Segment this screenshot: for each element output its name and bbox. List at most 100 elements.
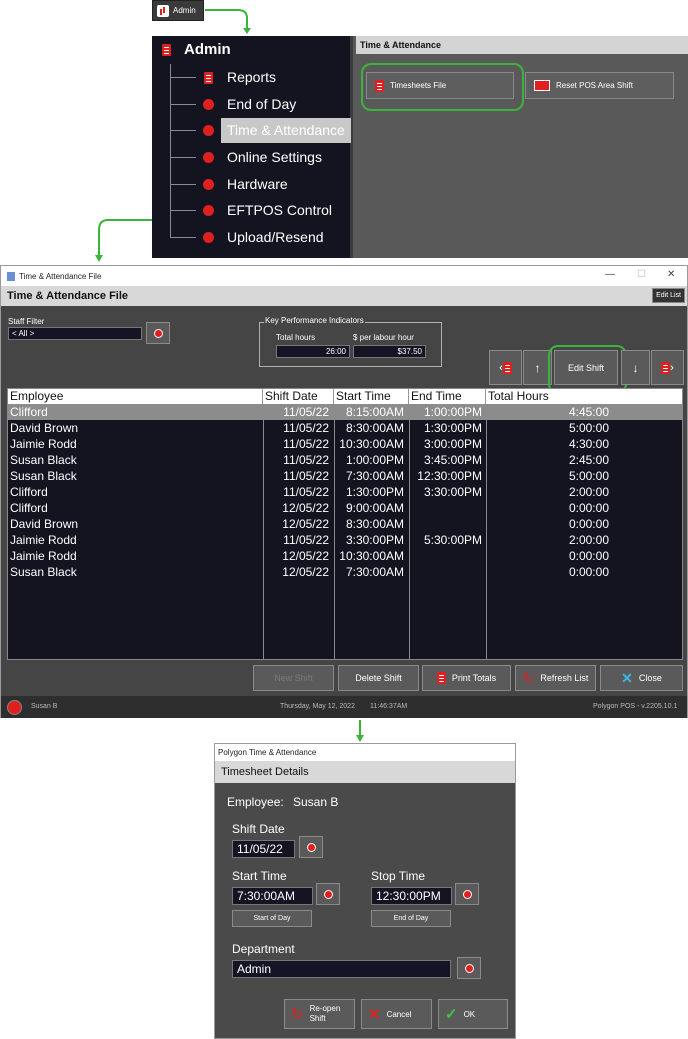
column-header-employee[interactable]: Employee — [8, 389, 263, 404]
move-down-button[interactable]: ↓ — [621, 350, 650, 385]
print-totals-button[interactable]: Print Totals — [422, 665, 511, 691]
table-row[interactable]: David Brown 12/05/22 8:30:00AM 0:00:00 — [8, 516, 682, 532]
close-icon[interactable]: ✕ — [667, 269, 675, 280]
table-row[interactable]: Susan Black 11/05/22 1:00:00PM 3:45:00PM 2:4… — [8, 452, 682, 468]
admin-chip[interactable]: Admin — [152, 0, 204, 21]
menu-item-end-of-day[interactable]: End of Day — [170, 92, 351, 117]
close-button[interactable]: ✕ Close — [600, 665, 683, 691]
table-cell-end: 3:00:00PM — [423, 437, 482, 451]
total-hours-label: Total hours — [276, 333, 316, 342]
document-icon — [502, 361, 512, 374]
table-cell-start: 10:30:00AM — [339, 549, 404, 563]
table-row[interactable]: Clifford 11/05/22 8:15:00AM 1:00:00PM 4:45:0… — [8, 404, 682, 420]
per-labour-hour-label: $ per labour hour — [353, 333, 414, 342]
table-cell-date: 12/05/22 — [282, 501, 329, 515]
menu-item-hardware[interactable]: Hardware — [170, 172, 351, 197]
red-dot-icon — [203, 179, 214, 190]
table-cell-end: 3:45:00PM — [423, 453, 482, 467]
stop-time-picker-button[interactable] — [455, 883, 479, 905]
menu-item-online-settings[interactable]: Online Settings — [170, 145, 351, 170]
table-cell-end — [409, 564, 482, 580]
table-row[interactable]: Jaimie Rodd 12/05/22 10:30:00AM 0:00:00 — [8, 548, 682, 564]
status-user: Susan B — [31, 703, 58, 710]
cancel-button[interactable]: ✕ Cancel — [361, 999, 432, 1029]
delete-shift-button[interactable]: Delete Shift — [338, 665, 419, 691]
window-header: Time & Attendance File Edit List — [1, 286, 687, 306]
column-header-end-time[interactable]: End Time — [409, 389, 486, 404]
menu-item-reports[interactable]: Reports — [170, 65, 351, 90]
staff-filter-select-button[interactable] — [146, 322, 170, 344]
start-time-field[interactable]: 7:30:00AM — [232, 887, 313, 905]
kpi-legend: Key Performance Indicators — [264, 316, 365, 325]
close-x-icon: ✕ — [621, 669, 633, 686]
shift-date-field[interactable]: 11/05/22 — [232, 840, 295, 858]
table-cell-start: 8:30:00AM — [345, 421, 404, 435]
timesheets-file-label: Timesheets File — [390, 81, 447, 90]
table-row[interactable]: Clifford 12/05/22 9:00:00AM 0:00:00 — [8, 500, 682, 516]
table-cell-total: 2:45:00 — [568, 453, 609, 467]
department-select-button[interactable] — [457, 957, 481, 979]
previous-page-button[interactable]: ‹ — [489, 350, 522, 385]
column-header-shift-date[interactable]: Shift Date — [263, 389, 334, 404]
end-of-day-button[interactable]: End of Day — [371, 910, 451, 927]
menu-item-label: Reports — [227, 69, 277, 85]
table-row[interactable]: Susan Black 12/05/22 7:30:00AM 0:00:00 — [8, 564, 682, 580]
reset-pos-area-shift-button[interactable]: Reset POS Area Shift — [525, 72, 674, 99]
table-row[interactable]: Susan Black 11/05/22 7:30:00AM 12:30:00PM 5:… — [8, 468, 682, 484]
time-attendance-file-window: Time & Attendance File — ☐ ✕ Time & Atte… — [0, 265, 688, 718]
admin-menu: Admin Reports End of Day Time & Attendan… — [152, 36, 353, 258]
tree-connector — [170, 210, 196, 211]
maximize-icon[interactable]: ☐ — [637, 269, 646, 280]
cancel-label: Cancel — [386, 1009, 412, 1019]
status-version: Polygon POS - v.2205.10.1 — [593, 703, 678, 710]
time-attendance-area: Time & Attendance Timesheets File Reset … — [356, 36, 688, 258]
table-cell-start: 3:30:00PM — [345, 533, 404, 547]
dialog-header: Timesheet Details — [215, 761, 515, 783]
reopen-shift-label: Re-open Shift — [310, 1004, 341, 1024]
red-dot-icon — [203, 232, 214, 243]
shift-date-picker-button[interactable] — [299, 836, 323, 858]
timesheets-file-button[interactable]: Timesheets File — [366, 72, 514, 99]
minimize-icon[interactable]: — — [605, 269, 615, 280]
department-field[interactable]: Admin — [232, 960, 451, 978]
employee-label: Employee: — [227, 795, 284, 809]
menu-item-eftpos-control[interactable]: EFTPOS Control — [170, 198, 351, 223]
table-row[interactable]: David Brown 11/05/22 8:30:00AM 1:30:00PM 5:0… — [8, 420, 682, 436]
reopen-shift-button[interactable]: ↻ Re-open Shift — [284, 999, 355, 1029]
admin-menu-title-label: Admin — [184, 41, 231, 58]
next-page-button[interactable]: › — [651, 350, 684, 385]
menu-item-time-attendance[interactable]: Time & Attendance — [170, 118, 351, 143]
table-cell-date: 11/05/22 — [283, 437, 329, 451]
stop-time-field[interactable]: 12:30:00PM — [371, 887, 452, 905]
red-dot-icon — [203, 99, 214, 110]
ok-label: OK — [463, 1009, 476, 1019]
refresh-list-button[interactable]: ↻ Refresh List — [515, 665, 596, 691]
refresh-list-label: Refresh List — [540, 673, 589, 683]
menu-item-label: End of Day — [227, 96, 297, 112]
table-cell-employee: Clifford — [10, 405, 48, 419]
staff-filter-input[interactable]: < All > — [8, 327, 142, 340]
start-time-picker-button[interactable] — [316, 883, 340, 905]
status-indicator-icon[interactable] — [7, 700, 22, 715]
tree-connector — [170, 157, 196, 158]
admin-menu-title[interactable]: Admin — [162, 41, 231, 58]
table-row[interactable]: Clifford 11/05/22 1:30:00PM 3:30:00PM 2:00:0… — [8, 484, 682, 500]
window-title: Time & Attendance File — [19, 271, 102, 281]
menu-item-label: EFTPOS Control — [227, 202, 333, 218]
edit-list-button[interactable]: Edit List — [652, 288, 685, 303]
table-cell-total: 0:00:00 — [568, 517, 609, 531]
table-cell-employee: David Brown — [10, 421, 79, 435]
table-row[interactable]: Jaimie Rodd 11/05/22 3:30:00PM 5:30:00PM 2:0… — [8, 532, 682, 548]
ok-button[interactable]: ✓ OK — [438, 999, 508, 1029]
menu-item-upload-resend[interactable]: Upload/Resend — [170, 225, 351, 250]
column-header-start-time[interactable]: Start Time — [334, 389, 409, 404]
refresh-icon: ↻ — [522, 669, 535, 686]
new-shift-button[interactable]: New Shift — [253, 665, 334, 691]
table-row[interactable]: Jaimie Rodd 11/05/22 10:30:00AM 3:00:00PM 4:… — [8, 436, 682, 452]
arrow-down-icon: ↓ — [632, 360, 639, 375]
status-bar: Susan B Thursday, May 12, 2022 11:46:37A… — [1, 696, 687, 718]
document-icon — [204, 71, 213, 84]
start-of-day-button[interactable]: Start of Day — [232, 910, 312, 927]
table-cell-total: 4:30:00 — [568, 437, 609, 451]
column-header-total-hours[interactable]: Total Hours — [486, 389, 682, 404]
